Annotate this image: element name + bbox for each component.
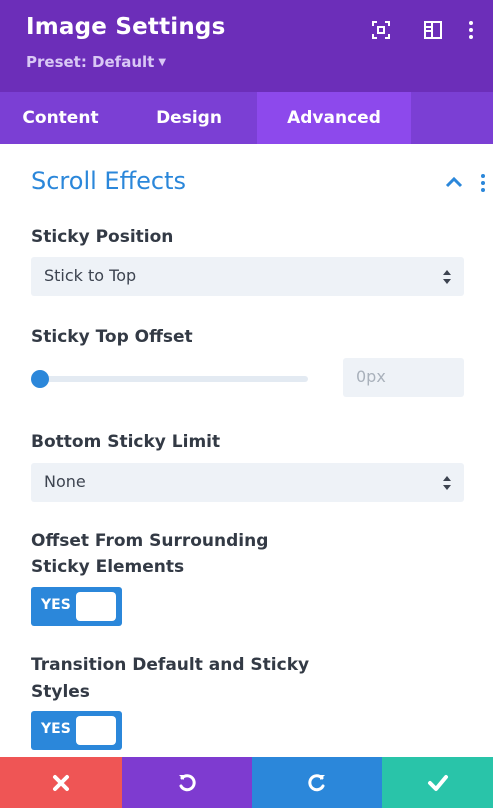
page-title: Image Settings xyxy=(26,14,226,40)
offset-surrounding-label-line1: Offset From Surrounding xyxy=(31,531,269,551)
tab-content[interactable]: Content xyxy=(0,92,121,144)
sticky-position-value: Stick to Top xyxy=(44,266,137,285)
focus-mode-icon[interactable] xyxy=(369,18,393,42)
sticky-position-label: Sticky Position xyxy=(31,227,174,247)
transition-toggle[interactable]: YES xyxy=(31,711,122,750)
toggle-knob xyxy=(76,592,116,621)
transition-label-line2: Styles xyxy=(31,682,90,702)
toggle-label: YES xyxy=(41,597,71,613)
offset-slider-track[interactable] xyxy=(40,376,308,382)
tab-bar: Content Design Advanced xyxy=(0,92,493,144)
tab-design[interactable]: Design xyxy=(121,92,257,144)
preset-label: Preset: Default xyxy=(26,53,155,71)
toggle-label: YES xyxy=(41,721,71,737)
toggle-knob xyxy=(76,716,116,745)
select-arrows-icon xyxy=(443,476,451,490)
offset-surrounding-label-line2: Sticky Elements xyxy=(31,557,185,577)
bottom-sticky-limit-value: None xyxy=(44,472,86,491)
select-arrows-icon xyxy=(443,270,451,284)
offset-input[interactable]: 0px xyxy=(343,358,464,397)
caret-down-icon: ▼ xyxy=(158,57,167,68)
undo-button[interactable] xyxy=(122,757,252,808)
preset-dropdown[interactable]: Preset: Default ▼ xyxy=(26,53,166,71)
tab-advanced[interactable]: Advanced xyxy=(257,92,411,144)
action-bar xyxy=(0,757,493,808)
close-icon xyxy=(53,774,69,791)
chevron-up-icon[interactable] xyxy=(443,172,465,192)
checkmark-icon xyxy=(427,774,448,791)
sticky-position-select[interactable]: Stick to Top xyxy=(31,257,464,296)
sticky-top-offset-label: Sticky Top Offset xyxy=(31,327,193,347)
redo-icon xyxy=(308,773,325,791)
transition-label-line1: Transition Default and Sticky xyxy=(31,655,310,675)
section-title[interactable]: Scroll Effects xyxy=(31,167,186,195)
undo-icon xyxy=(179,773,196,791)
cancel-button[interactable] xyxy=(0,757,122,808)
bottom-sticky-limit-select[interactable]: None xyxy=(31,463,464,502)
modal-header: Image Settings Preset: Default ▼ xyxy=(0,0,493,92)
offset-surrounding-toggle[interactable]: YES xyxy=(31,587,122,626)
save-button[interactable] xyxy=(382,757,493,808)
split-view-icon[interactable] xyxy=(421,18,445,42)
section-more-icon[interactable] xyxy=(476,172,490,194)
bottom-sticky-limit-label: Bottom Sticky Limit xyxy=(31,432,221,452)
redo-button[interactable] xyxy=(252,757,382,808)
more-vertical-icon[interactable] xyxy=(464,18,478,42)
offset-slider-thumb[interactable] xyxy=(31,370,49,388)
